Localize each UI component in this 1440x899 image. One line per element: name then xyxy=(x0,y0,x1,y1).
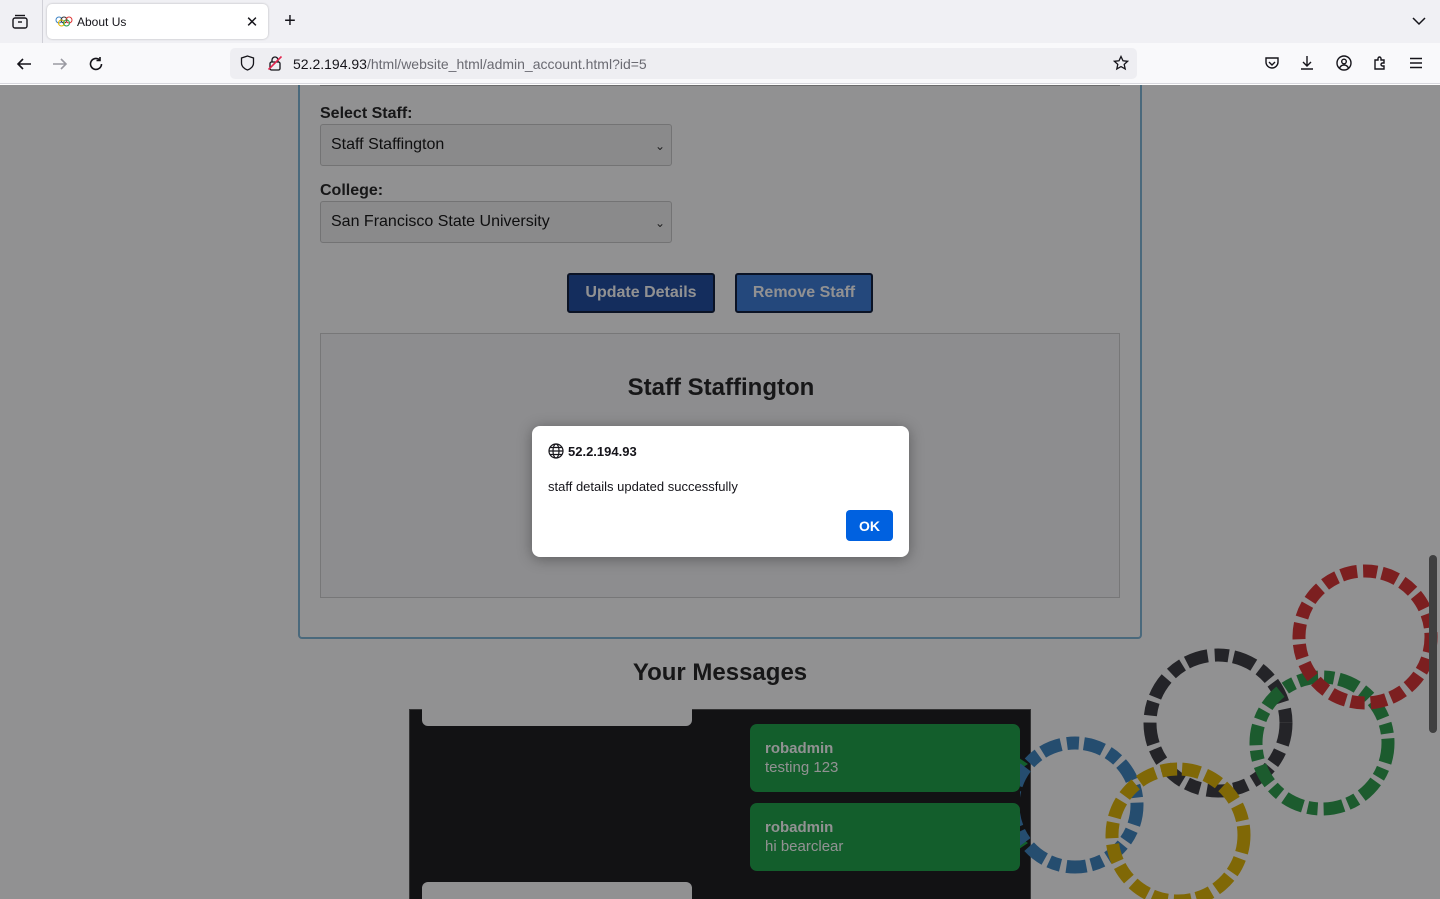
dialog-header: 52.2.194.93 xyxy=(548,443,637,459)
chevron-down-icon[interactable] xyxy=(1408,10,1430,32)
alert-dialog: 52.2.194.93 staff details updated succes… xyxy=(532,426,909,557)
shield-icon[interactable] xyxy=(238,54,256,72)
new-tab-icon[interactable]: + xyxy=(278,9,302,33)
insecure-lock-icon[interactable] xyxy=(266,54,284,72)
extensions-icon[interactable] xyxy=(1369,52,1391,74)
tab-list-icon[interactable] xyxy=(8,10,32,34)
dialog-origin: 52.2.194.93 xyxy=(568,443,637,459)
pocket-icon[interactable] xyxy=(1261,52,1283,74)
url-text[interactable]: 52.2.194.93/html/website_html/admin_acco… xyxy=(293,56,647,72)
olympic-rings-favicon-icon xyxy=(55,16,73,26)
url-path: /html/website_html/admin_account.html?id… xyxy=(366,56,647,72)
tab-about-us[interactable]: About Us ✕ xyxy=(47,4,268,39)
url-host: 52.2.194.93 xyxy=(293,56,367,72)
url-bar[interactable]: 52.2.194.93/html/website_html/admin_acco… xyxy=(230,48,1137,79)
tab-separator xyxy=(42,0,43,43)
navigation-bar: 52.2.194.93/html/website_html/admin_acco… xyxy=(0,43,1440,84)
bookmark-star-icon[interactable] xyxy=(1112,54,1130,72)
close-tab-icon[interactable]: ✕ xyxy=(241,11,263,33)
forward-icon[interactable] xyxy=(47,51,73,77)
hamburger-menu-icon[interactable] xyxy=(1405,52,1427,74)
download-icon[interactable] xyxy=(1296,52,1318,74)
reload-icon[interactable] xyxy=(83,51,109,77)
dialog-message: staff details updated successfully xyxy=(548,479,738,494)
ok-button[interactable]: OK xyxy=(846,510,893,541)
tab-title: About Us xyxy=(77,14,127,29)
back-icon[interactable] xyxy=(11,51,37,77)
globe-icon xyxy=(548,443,564,459)
tab-bar: About Us ✕ + xyxy=(0,0,1440,43)
account-icon[interactable] xyxy=(1333,52,1355,74)
